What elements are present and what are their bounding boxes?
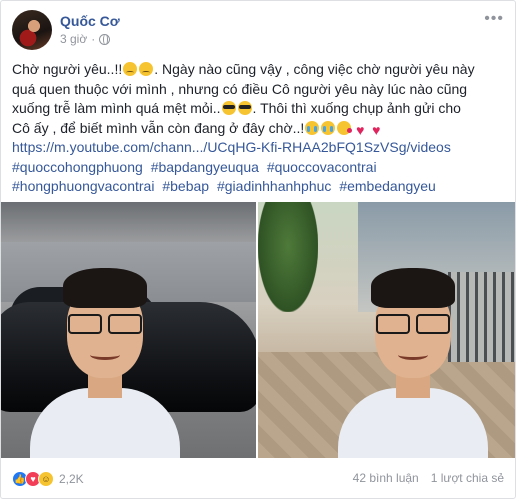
hashtag-link[interactable]: #embedangyeu [339, 178, 436, 194]
photo-street-selfie[interactable] [258, 202, 516, 458]
text-line-2: quá quen thuộc với mình , nhưng có điều … [12, 80, 468, 97]
hashtag-link[interactable]: #quoccovacontrai [267, 159, 377, 175]
sad-face-emoji-icon [139, 62, 154, 76]
hashtag-link[interactable]: #bebap [162, 178, 209, 194]
haha-reaction-icon: ☺ [38, 471, 54, 487]
sunglasses-emoji-icon [221, 101, 236, 115]
reactions-summary[interactable]: 👍 ♥ ☺ 2,2K [12, 471, 84, 487]
globe-icon [99, 33, 111, 45]
photo-grid [0, 202, 516, 458]
hashtag-link[interactable]: #hongphuongvacontrai [12, 178, 154, 194]
youtube-link[interactable]: https://m.youtube.com/chann.../UCqHG-Kfi… [12, 139, 451, 155]
hashtags-row-1: #quoccohongphuong #bapdangyeuqua #quocco… [12, 158, 506, 178]
post-time[interactable]: 3 giờ [60, 32, 87, 46]
sunglasses-emoji-icon [237, 101, 252, 115]
more-icon[interactable]: ••• [484, 10, 504, 28]
post-card: Quốc Cơ 3 giờ · ••• Chờ người yêu..!! . N… [0, 0, 516, 499]
photo-car-selfie[interactable] [0, 202, 256, 458]
text-line-1b: . Ngày nào cũng vậy , công việc chờ ngườ… [154, 61, 475, 77]
post-text: Chờ người yêu..!! . Ngày nào cũng vậy , c… [12, 60, 506, 197]
hashtag-link[interactable]: #giadinhhanhphuc [217, 178, 331, 194]
person-figure [338, 258, 488, 458]
hashtags-row-2: #hongphuongvacontrai #bebap #giadinhhanh… [12, 177, 506, 197]
post-footer: 👍 ♥ ☺ 2,2K 42 bình luận 1 lượt chia sẻ [12, 468, 504, 490]
text-line-3b: . Thôi thì xuống chụp ảnh gửi cho [252, 100, 461, 116]
tears-of-joy-emoji-icon [305, 120, 320, 135]
text-line-1: Chờ người yêu..!! [12, 61, 123, 77]
reaction-count[interactable]: 2,2K [59, 472, 84, 486]
kiss-emoji-icon [337, 120, 353, 135]
hashtag-link[interactable]: #bapdangyeuqua [151, 159, 259, 175]
heart-emoji-icon: ♥ [356, 121, 365, 138]
person-figure [30, 258, 180, 458]
avatar[interactable] [12, 10, 52, 50]
post-meta: 3 giờ · [60, 32, 111, 46]
shares-count[interactable]: 1 lượt chia sẻ [431, 471, 504, 485]
hashtag-link[interactable]: #quoccohongphuong [12, 159, 143, 175]
author-name[interactable]: Quốc Cơ [60, 13, 120, 29]
text-line-3: xuống trễ làm mình quá mệt mỏi.. [12, 100, 221, 116]
sad-face-emoji-icon [123, 62, 138, 76]
heart-emoji-icon: ♥ [372, 121, 381, 138]
comments-count[interactable]: 42 bình luận [353, 471, 419, 485]
post-header: Quốc Cơ 3 giờ · ••• [12, 10, 504, 50]
text-line-4: Cô ấy , để biết mình vẫn còn đang ở đây … [12, 119, 305, 136]
tears-of-joy-emoji-icon [321, 120, 336, 135]
